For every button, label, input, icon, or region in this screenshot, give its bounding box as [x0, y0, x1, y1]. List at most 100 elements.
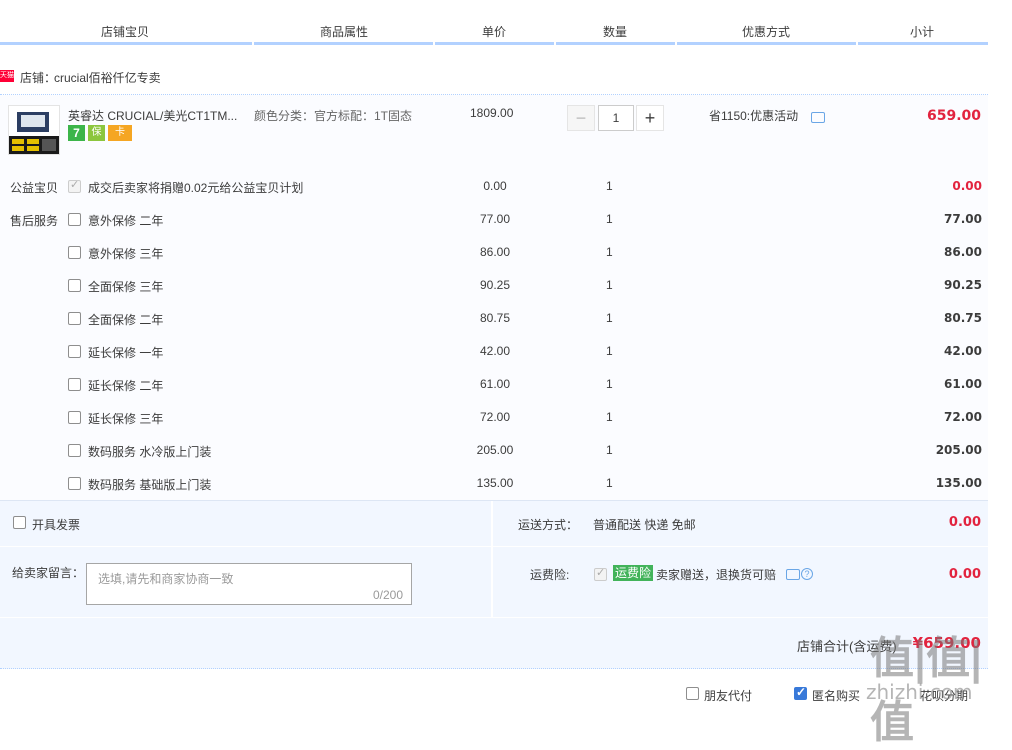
service-price: 86.00	[479, 245, 511, 259]
tmall-badge-icon: 天猫	[0, 70, 14, 82]
shipping-label: 运送方式：	[518, 518, 579, 532]
service-name: 延长保修 三年	[88, 412, 164, 426]
chat-bubble-icon[interactable]	[811, 112, 825, 123]
anonymous-label[interactable]: 匿名购买	[812, 687, 860, 704]
insurance-price: 0.00	[948, 567, 981, 582]
service-row: 数码服务 水冷版上门装 205.00 1 205.00	[0, 439, 988, 461]
service-price: 72.00	[479, 410, 511, 424]
service-subtotal: 90.25	[944, 278, 982, 292]
insurance-checkbox	[594, 566, 607, 581]
message-placeholder: 选填,请先和商家协商一致	[98, 572, 234, 586]
service-price: 42.00	[479, 344, 511, 358]
friend-pay-checkbox[interactable]	[686, 687, 699, 700]
service-quantity: 1	[606, 278, 613, 292]
service-row: 全面保修 二年 80.75 1 80.75	[0, 307, 988, 329]
service-checkbox[interactable]	[68, 345, 81, 358]
seller-message-input[interactable]: 选填,请先和商家协商一致 0/200	[86, 563, 412, 605]
service-checkbox[interactable]	[68, 477, 81, 490]
col-header-attributes: 商品属性	[320, 25, 369, 39]
service-subtotal: 80.75	[944, 311, 982, 325]
promotion-text: 省1150:优惠活动	[709, 109, 799, 123]
panel-divider	[0, 617, 988, 618]
panel-divider	[491, 501, 493, 617]
service-quantity: 1	[606, 377, 613, 391]
service-name: 意外保修 二年	[88, 214, 164, 228]
service-quantity: 1	[606, 344, 613, 358]
col-header-subtotal: 小计	[910, 25, 935, 39]
chat-bubble-icon[interactable]	[786, 569, 800, 580]
service-quantity: 1	[606, 476, 613, 490]
message-counter: 0/200	[372, 588, 403, 602]
service-row: 延长保修 三年 72.00 1 72.00	[0, 406, 988, 428]
service-quantity: 1	[606, 410, 613, 424]
shop-name-link[interactable]: crucial佰裕仟亿专卖	[54, 69, 161, 86]
service-price: 77.00	[479, 212, 511, 226]
service-name: 意外保修 三年	[88, 247, 164, 261]
quantity-minus-button[interactable]: −	[567, 105, 595, 131]
credit-card-icon: 卡	[108, 125, 132, 141]
service-row: 意外保修 三年 86.00 1 86.00	[0, 241, 988, 263]
quantity-input[interactable]: 1	[598, 105, 634, 131]
product-title-link[interactable]: 英睿达 CRUCIAL/美光CT1TM...	[68, 107, 237, 124]
service-subtotal: 86.00	[944, 245, 982, 259]
service-subtotal: 42.00	[944, 344, 982, 358]
product-thumbnail[interactable]	[8, 105, 60, 155]
service-name: 数码服务 水冷版上门装	[88, 445, 212, 459]
service-row: 延长保修 一年 42.00 1 42.00	[0, 340, 988, 362]
service-name: 数码服务 基础版上门装	[88, 478, 212, 492]
service-price: 90.25	[479, 278, 511, 292]
service-row: 延长保修 二年 61.00 1 61.00	[0, 373, 988, 395]
quantity-plus-button[interactable]: +	[636, 105, 664, 131]
help-question-icon[interactable]: ?	[801, 568, 813, 580]
message-label: 给卖家留言：	[12, 566, 85, 580]
service-checkbox[interactable]	[68, 411, 81, 424]
insurance-label: 运费险:	[530, 568, 570, 582]
service-subtotal: 72.00	[944, 410, 982, 424]
service-subtotal: 205.00	[935, 443, 982, 457]
service-checkbox[interactable]	[68, 246, 81, 259]
service-checkbox[interactable]	[68, 279, 81, 292]
total-divider	[0, 668, 988, 669]
col-header-quantity: 数量	[603, 25, 628, 39]
service-checkbox[interactable]	[68, 213, 81, 226]
panel-divider	[0, 546, 988, 547]
insurance-badge: 运费险	[613, 565, 654, 581]
service-name: 延长保修 二年	[88, 379, 164, 393]
col-header-unit-price: 单价	[482, 25, 507, 39]
col-header-item: 店铺宝贝	[101, 25, 150, 39]
service-checkbox[interactable]	[68, 378, 81, 391]
service-quantity: 1	[606, 311, 613, 325]
product-subtotal: 659.00	[926, 108, 981, 124]
service-name: 延长保修 一年	[88, 346, 164, 360]
header-divider	[554, 42, 556, 45]
shipping-price: 0.00	[948, 515, 981, 530]
service-subtotal: 135.00	[935, 476, 982, 490]
product-attributes: 颜色分类：官方标配：1T固态	[254, 109, 413, 123]
friend-pay-label[interactable]: 朋友代付	[704, 687, 752, 704]
header-divider	[856, 42, 858, 45]
service-name: 全面保修 二年	[88, 313, 164, 327]
insurance-text: 卖家赠送，退换货可赔	[656, 568, 777, 582]
service-quantity: 1	[606, 245, 613, 259]
service-price: 80.75	[479, 311, 511, 325]
anonymous-checkbox[interactable]	[794, 685, 807, 700]
service-quantity: 1	[606, 443, 613, 457]
ssd-image-icon	[9, 112, 59, 154]
shipping-method: 普通配送 快递 免邮	[593, 518, 696, 532]
charity-text: 成交后卖家将捐赠0.02元给公益宝贝计划	[88, 181, 304, 195]
service-checkbox[interactable]	[68, 312, 81, 325]
service-price: 61.00	[479, 377, 511, 391]
seven-day-return-icon: 7	[68, 125, 85, 141]
service-checkbox[interactable]	[68, 444, 81, 457]
header-divider	[675, 42, 677, 45]
charity-row: 成交后卖家将捐赠0.02元给公益宝贝计划 0.00 1 0.00	[0, 175, 988, 197]
service-subtotal: 77.00	[944, 212, 982, 226]
invoice-label[interactable]: 开具发票	[32, 516, 80, 533]
shop-label: 店铺：	[20, 71, 57, 85]
service-subtotal: 61.00	[944, 377, 982, 391]
watermark-text: zhizhi.com	[866, 680, 973, 704]
service-row: 全面保修 三年 90.25 1 90.25	[0, 274, 988, 296]
invoice-checkbox[interactable]	[13, 516, 26, 529]
service-row: 意外保修 二年 77.00 1 77.00	[0, 208, 988, 230]
product-unit-price: 1809.00	[470, 106, 514, 120]
